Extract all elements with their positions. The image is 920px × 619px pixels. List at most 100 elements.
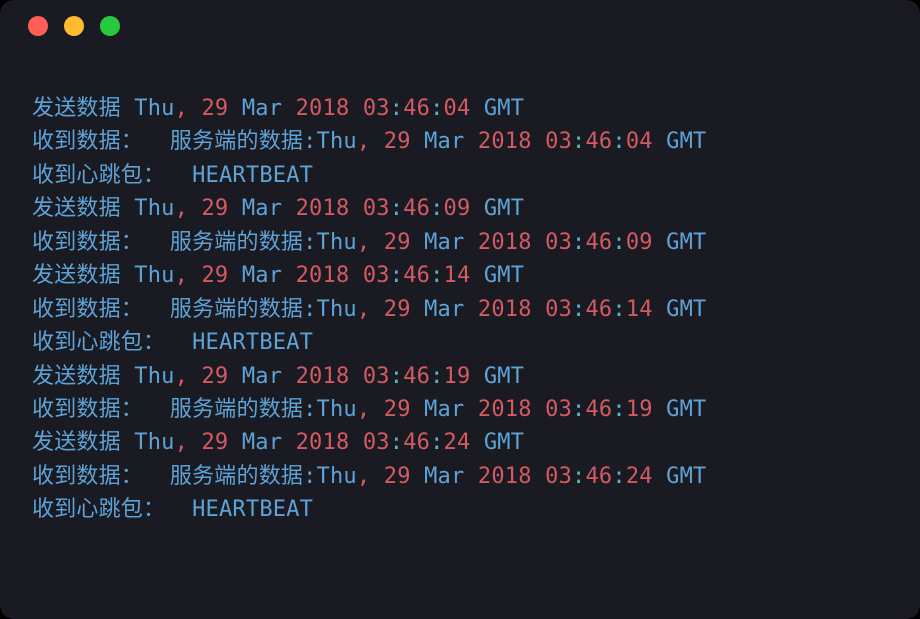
log-token: 03 — [363, 430, 390, 455]
log-token: : — [390, 196, 403, 221]
log-token: 发送数据 — [32, 263, 134, 288]
maximize-icon[interactable] — [100, 16, 120, 36]
log-token: : — [572, 397, 585, 422]
log-line: 收到数据： 服务端的数据:Thu, 29 Mar 2018 03:46:04 G… — [32, 125, 888, 158]
log-line: 收到心跳包： HEARTBEAT — [32, 493, 888, 526]
log-token: 14 — [444, 263, 471, 288]
log-token: 收到数据： 服务端的数据: — [32, 129, 317, 154]
log-token: 03 — [363, 263, 390, 288]
log-token: Mar — [411, 464, 478, 489]
log-token: : — [612, 297, 625, 322]
log-token: Thu — [134, 96, 174, 121]
log-token: Mar — [228, 430, 295, 455]
terminal-window: 发送数据 Thu, 29 Mar 2018 03:46:04 GMT收到数据： … — [0, 0, 920, 619]
log-token: , — [175, 196, 202, 221]
log-token: 收到心跳包： HEARTBEAT — [32, 330, 313, 355]
log-token: 03 — [545, 464, 572, 489]
log-token: GMT — [653, 230, 707, 255]
log-token: Mar — [228, 263, 295, 288]
log-token: , — [175, 430, 202, 455]
log-token: : — [430, 196, 443, 221]
log-token: 29 — [384, 464, 411, 489]
log-token: : — [430, 263, 443, 288]
log-line: 发送数据 Thu, 29 Mar 2018 03:46:09 GMT — [32, 192, 888, 225]
log-token: 24 — [444, 430, 471, 455]
log-token: 03 — [545, 129, 572, 154]
log-token: Mar — [411, 129, 478, 154]
log-token: , — [357, 297, 384, 322]
log-token: : — [430, 364, 443, 389]
log-token: 收到数据： 服务端的数据: — [32, 230, 317, 255]
log-token: 09 — [444, 196, 471, 221]
log-token: 03 — [363, 196, 390, 221]
log-token: GMT — [653, 397, 707, 422]
log-token: Thu — [317, 464, 357, 489]
log-token: 29 — [201, 364, 228, 389]
log-token: 2018 — [478, 297, 532, 322]
terminal-output: 发送数据 Thu, 29 Mar 2018 03:46:04 GMT收到数据： … — [0, 52, 920, 551]
log-token: 收到数据： 服务端的数据: — [32, 397, 317, 422]
log-token: 29 — [201, 430, 228, 455]
log-token: 29 — [384, 230, 411, 255]
log-token: GMT — [653, 297, 707, 322]
log-token: 46 — [403, 196, 430, 221]
log-token: , — [357, 464, 384, 489]
log-token: Thu — [317, 397, 357, 422]
log-token: 03 — [545, 397, 572, 422]
log-token: 2018 — [296, 364, 350, 389]
log-token — [349, 364, 362, 389]
log-line: 收到数据： 服务端的数据:Thu, 29 Mar 2018 03:46:14 G… — [32, 293, 888, 326]
log-token: 46 — [585, 297, 612, 322]
minimize-icon[interactable] — [64, 16, 84, 36]
log-token: 46 — [585, 129, 612, 154]
log-token: 46 — [585, 397, 612, 422]
log-line: 收到心跳包： HEARTBEAT — [32, 159, 888, 192]
log-token: GMT — [470, 364, 524, 389]
log-token: : — [612, 397, 625, 422]
log-token: 03 — [545, 297, 572, 322]
log-token: , — [175, 364, 202, 389]
log-token — [532, 397, 545, 422]
log-token: 46 — [403, 364, 430, 389]
log-token — [349, 96, 362, 121]
log-token: 46 — [403, 263, 430, 288]
log-token — [532, 464, 545, 489]
log-line: 收到心跳包： HEARTBEAT — [32, 326, 888, 359]
log-token: 收到数据： 服务端的数据: — [32, 297, 317, 322]
log-token: : — [390, 430, 403, 455]
log-token: : — [572, 297, 585, 322]
log-token: : — [430, 430, 443, 455]
log-token: 2018 — [296, 196, 350, 221]
log-token: 24 — [626, 464, 653, 489]
log-token: 发送数据 — [32, 96, 134, 121]
log-token: Thu — [317, 129, 357, 154]
log-token: , — [357, 230, 384, 255]
log-token: 03 — [363, 96, 390, 121]
log-token: 46 — [403, 430, 430, 455]
log-token: 29 — [201, 196, 228, 221]
log-token: 29 — [201, 96, 228, 121]
log-token: 46 — [585, 464, 612, 489]
log-token: , — [357, 397, 384, 422]
log-token: 2018 — [478, 397, 532, 422]
log-token: Mar — [411, 230, 478, 255]
log-token: GMT — [470, 430, 524, 455]
log-token: 29 — [384, 297, 411, 322]
log-token: : — [612, 129, 625, 154]
log-token: Thu — [134, 364, 174, 389]
log-token — [532, 129, 545, 154]
log-token — [349, 196, 362, 221]
log-token: Thu — [134, 263, 174, 288]
log-token: Thu — [317, 297, 357, 322]
log-token: , — [357, 129, 384, 154]
log-token: 收到数据： 服务端的数据: — [32, 464, 317, 489]
log-token: 发送数据 — [32, 364, 134, 389]
log-token: Mar — [228, 96, 295, 121]
log-token: Mar — [411, 297, 478, 322]
log-token: , — [175, 96, 202, 121]
log-token: 2018 — [296, 263, 350, 288]
close-icon[interactable] — [28, 16, 48, 36]
log-token: 19 — [626, 397, 653, 422]
log-token: : — [572, 464, 585, 489]
log-token: 14 — [626, 297, 653, 322]
